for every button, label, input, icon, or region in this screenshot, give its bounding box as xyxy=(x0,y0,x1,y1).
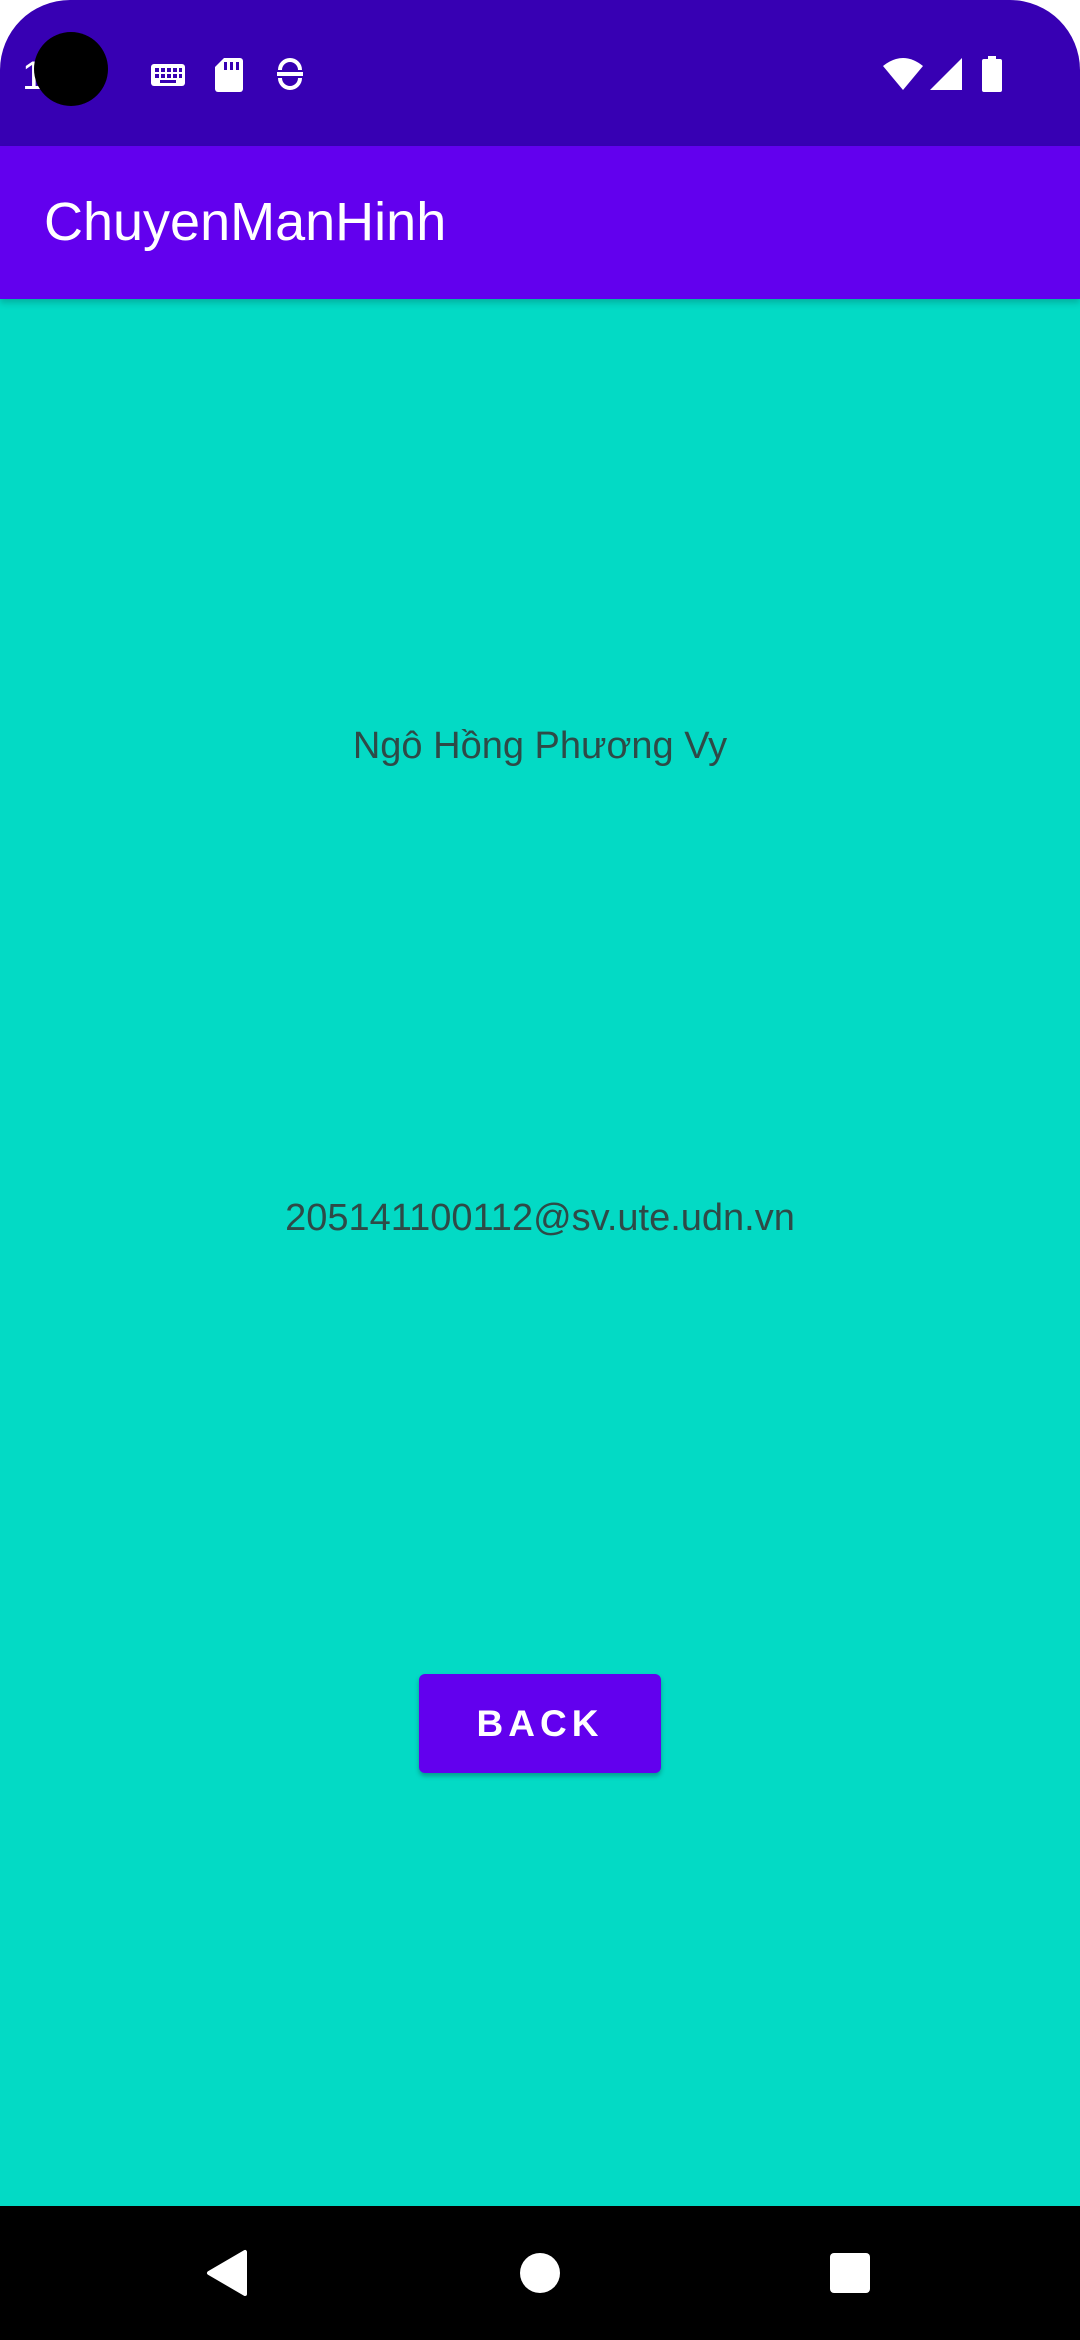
wifi-icon xyxy=(883,58,923,90)
app-title: ChuyenManHinh xyxy=(44,192,447,252)
sd-card-icon xyxy=(215,58,243,92)
signal-icon xyxy=(930,58,962,90)
screen: 1 3 xyxy=(0,0,1080,2340)
nav-home-button[interactable] xyxy=(460,2206,620,2340)
home-circle-icon xyxy=(520,2253,560,2293)
navigation-bar xyxy=(0,2206,1080,2340)
battery-icon xyxy=(982,56,1002,92)
status-bar: 1 3 xyxy=(0,0,1080,146)
keyboard-icon xyxy=(151,64,185,86)
sync-icon xyxy=(277,58,303,90)
back-button[interactable]: BACK xyxy=(419,1674,661,1773)
app-bar: ChuyenManHinh xyxy=(0,146,1080,299)
recents-square-icon xyxy=(830,2253,870,2293)
email-text: 205141100112@sv.ute.udn.vn xyxy=(285,1197,795,1239)
nav-recents-button[interactable] xyxy=(770,2206,930,2340)
camera-cutout xyxy=(34,32,108,106)
name-text: Ngô Hồng Phương Vy xyxy=(352,725,728,767)
nav-back-button[interactable] xyxy=(146,2206,306,2340)
back-triangle-icon xyxy=(207,2250,247,2296)
